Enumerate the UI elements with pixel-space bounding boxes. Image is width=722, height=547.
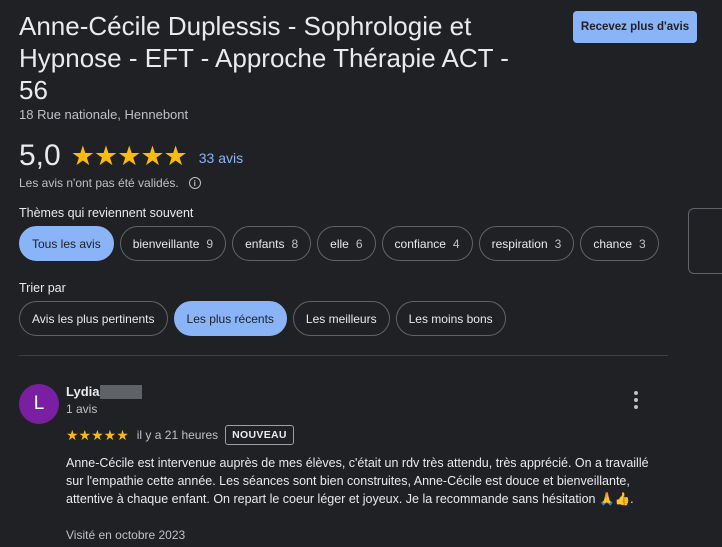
- kebab-dot: [634, 391, 638, 395]
- sort-option-newest[interactable]: Les plus récents: [173, 301, 287, 336]
- topic-chip-confiance[interactable]: confiance 4: [381, 226, 473, 261]
- sort-label: Trier par: [19, 281, 66, 295]
- divider: [19, 355, 668, 356]
- topic-chip-count: 9: [206, 236, 214, 251]
- review-rating-row: ★★★★★ il y a 21 heures NOUVEAU: [66, 425, 294, 445]
- review-count-link[interactable]: 33 avis: [199, 150, 243, 166]
- sort-option-highest[interactable]: Les meilleurs: [292, 301, 390, 336]
- topic-chip-respiration[interactable]: respiration 3: [478, 226, 575, 261]
- sort-option-lowest[interactable]: Les moins bons: [395, 301, 506, 336]
- verification-note-text: Les avis n'ont pas été validés.: [19, 176, 179, 190]
- rating-stars-icon: ★★★★★: [70, 140, 188, 171]
- new-badge: NOUVEAU: [225, 425, 294, 445]
- reviewer-name: Lydia: [66, 384, 100, 399]
- review-time: il y a 21 heures: [136, 428, 219, 442]
- topic-chip-label: elle: [330, 236, 349, 251]
- review-text: Anne-Cécile est intervenue auprès de mes…: [66, 456, 649, 506]
- reviewer-review-count: 1 avis: [66, 402, 98, 416]
- review-stars-icon: ★★★★★: [66, 426, 129, 443]
- topic-chips: Tous les avis bienveillante 9 enfants 8 …: [19, 226, 659, 261]
- reviewer-avatar[interactable]: L: [19, 384, 59, 424]
- kebab-dot: [634, 398, 638, 402]
- topic-chip-enfants[interactable]: enfants 8: [232, 226, 312, 261]
- topic-chip-count: 8: [291, 236, 299, 251]
- topic-chip-bienveillante[interactable]: bienveillante 9: [119, 226, 227, 261]
- topic-chip-label: confiance: [394, 236, 446, 251]
- sort-option-relevant[interactable]: Avis les plus pertinents: [19, 301, 168, 336]
- redacted-surname: [100, 384, 143, 399]
- visit-date: Visité en octobre 2023: [66, 528, 186, 542]
- topic-chip-label: enfants: [245, 236, 285, 251]
- topic-chip-count: 3: [639, 236, 646, 251]
- topic-chip-label: respiration: [491, 236, 548, 251]
- topic-chip-label: Tous les avis: [32, 236, 101, 251]
- more-options-icon[interactable]: [624, 389, 648, 411]
- topic-chip-count: 3: [554, 236, 562, 251]
- business-address: 18 Rue nationale, Hennebont: [19, 107, 189, 122]
- topic-chip-all[interactable]: Tous les avis: [19, 226, 114, 261]
- sort-options: Avis les plus pertinents Les plus récent…: [19, 301, 506, 336]
- topics-label: Thèmes qui reviennent souvent: [19, 206, 194, 220]
- topic-chip-elle[interactable]: elle 6: [317, 226, 376, 261]
- chips-scroll-right-button[interactable]: [688, 208, 722, 274]
- business-title: Anne-Cécile Duplessis - Sophrologie et H…: [19, 11, 509, 105]
- kebab-dot: [634, 405, 638, 409]
- topic-chip-chance[interactable]: chance 3: [580, 226, 659, 261]
- topic-chip-count: 6: [355, 236, 363, 251]
- verification-note: Les avis n'ont pas été validés. i: [19, 176, 201, 190]
- topic-chip-label: chance: [593, 236, 633, 251]
- reviewer-name-row[interactable]: Lydia: [66, 384, 143, 399]
- topic-chip-count: 4: [452, 236, 460, 251]
- info-icon[interactable]: i: [188, 177, 201, 189]
- rating-value: 5,0: [19, 139, 61, 172]
- topic-chip-label: bienveillante: [132, 236, 200, 251]
- get-more-reviews-button[interactable]: Recevez plus d'avis: [573, 11, 697, 43]
- rating-summary: 5,0 ★★★★★ 33 avis: [19, 138, 243, 174]
